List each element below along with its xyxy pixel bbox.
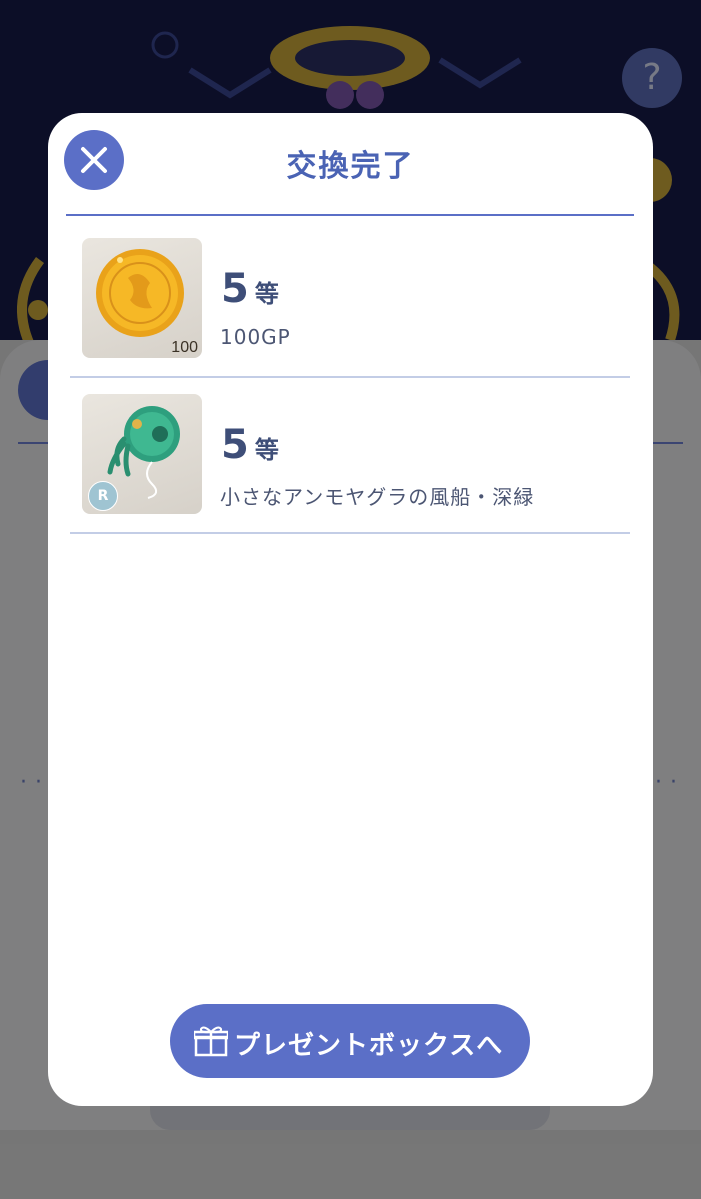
present-box-label: プレゼントボックスへ	[234, 1031, 504, 1061]
reward-thumbnail: 100	[82, 238, 202, 358]
reward-item: 100 5等 100GP	[70, 238, 630, 378]
reward-name: 100GP	[220, 325, 291, 349]
reward-rank: 5等	[221, 422, 279, 468]
title-divider	[66, 214, 634, 216]
gift-box-icon	[194, 1026, 228, 1057]
present-box-button[interactable]: プレゼントボックスへ	[170, 1004, 530, 1078]
reward-quantity: 100	[171, 339, 198, 356]
rank-number: 5	[221, 266, 249, 312]
dialog-title: 交換完了	[286, 149, 415, 184]
reward-item: R 5等 小さなアンモヤグラの風船・深緑	[70, 394, 630, 534]
reward-name: 小さなアンモヤグラの風船・深緑	[220, 485, 535, 509]
reward-thumbnail: R	[82, 394, 202, 514]
rank-number: 5	[221, 422, 249, 468]
reward-rank: 5等	[221, 266, 279, 312]
rarity-badge: R	[88, 481, 118, 511]
rank-unit: 等	[254, 280, 279, 308]
exchange-complete-dialog: 交換完了 100 5等 100GP R 5 等 小さなアンモヤグラの風船・深緑 …	[48, 113, 653, 1106]
rank-unit: 等	[254, 436, 279, 464]
